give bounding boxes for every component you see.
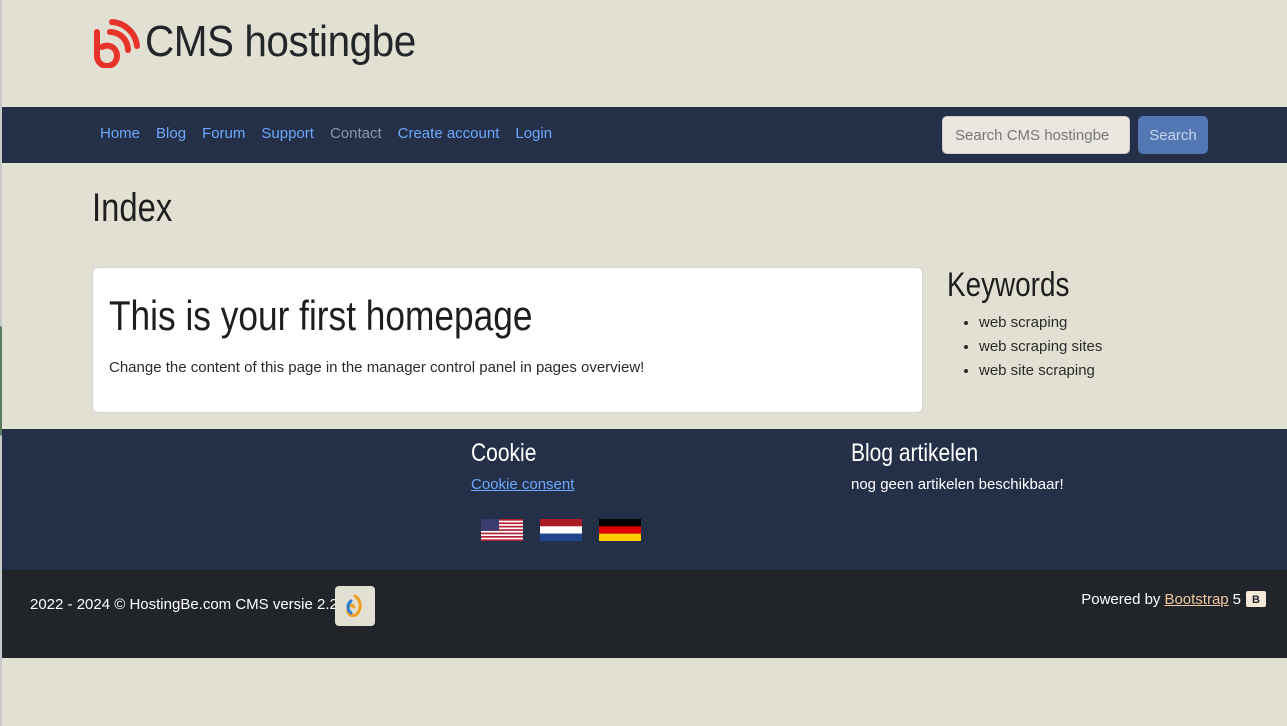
us-flag-icon[interactable]: [481, 519, 523, 541]
keywords-list: web scraping web scraping sites web site…: [947, 311, 1102, 383]
bootstrap-link[interactable]: Bootstrap: [1164, 591, 1228, 608]
de-flag-icon[interactable]: [599, 519, 641, 541]
nl-flag-icon[interactable]: [540, 519, 582, 541]
keyword-item: web site scraping: [979, 359, 1102, 383]
nav-home[interactable]: Home: [92, 125, 148, 142]
powered-suffix: 5: [1232, 590, 1241, 608]
site-name: CMS hostingbe: [145, 17, 416, 66]
cookie-consent-link[interactable]: Cookie consent: [471, 476, 574, 493]
powered-by: Powered by Bootstrap 5 B: [1081, 589, 1267, 609]
card-text: Change the content of this page in the m…: [109, 359, 645, 376]
cms-badge[interactable]: [335, 586, 375, 626]
homepage-card: This is your first homepage Change the c…: [92, 267, 923, 413]
nav-contact[interactable]: Contact: [322, 125, 390, 142]
blog-heading: Blog artikelen: [851, 439, 979, 467]
cookie-section: Cookie Cookie consent: [471, 439, 574, 494]
bottom-bar: 2022 - 2024 © HostingBe.com CMS versie 2…: [2, 570, 1287, 658]
nav-create-account[interactable]: Create account: [390, 125, 508, 142]
cms-flame-icon: [346, 594, 362, 618]
search-input[interactable]: [942, 116, 1130, 154]
powered-prefix: Powered by: [1081, 590, 1161, 608]
bootstrap-icon: B: [1246, 591, 1266, 607]
footer: Cookie Cookie consent Blog artikelen nog…: [2, 429, 1287, 570]
copyright-text: 2022 - 2024 © HostingBe.com CMS versie 2…: [30, 596, 351, 613]
site-header: CMS hostingbe: [0, 0, 1287, 107]
nav-forum[interactable]: Forum: [194, 125, 253, 142]
keyword-item: web scraping: [979, 311, 1102, 335]
nav-login[interactable]: Login: [507, 125, 560, 142]
nav-links: Home Blog Forum Support Contact Create a…: [92, 125, 560, 142]
language-flags: [481, 519, 641, 541]
rss-logo-icon: [94, 19, 140, 68]
card-title: This is your first homepage: [109, 292, 533, 339]
nav-support[interactable]: Support: [253, 125, 322, 142]
nav-blog[interactable]: Blog: [148, 125, 194, 142]
main-navbar: Home Blog Forum Support Contact Create a…: [2, 107, 1287, 163]
blog-section: Blog artikelen nog geen artikelen beschi…: [851, 439, 1064, 493]
cookie-heading: Cookie: [471, 439, 537, 467]
blog-text: nog geen artikelen beschikbaar!: [851, 476, 1064, 493]
keywords-sidebar: Keywords web scraping web scraping sites…: [947, 266, 1102, 383]
search-button[interactable]: Search: [1138, 116, 1208, 154]
keyword-item: web scraping sites: [979, 335, 1102, 359]
svg-text:B: B: [1252, 594, 1260, 606]
brand[interactable]: CMS hostingbe: [91, 16, 439, 68]
keywords-title: Keywords: [947, 266, 1070, 304]
page-title: Index: [92, 186, 173, 230]
